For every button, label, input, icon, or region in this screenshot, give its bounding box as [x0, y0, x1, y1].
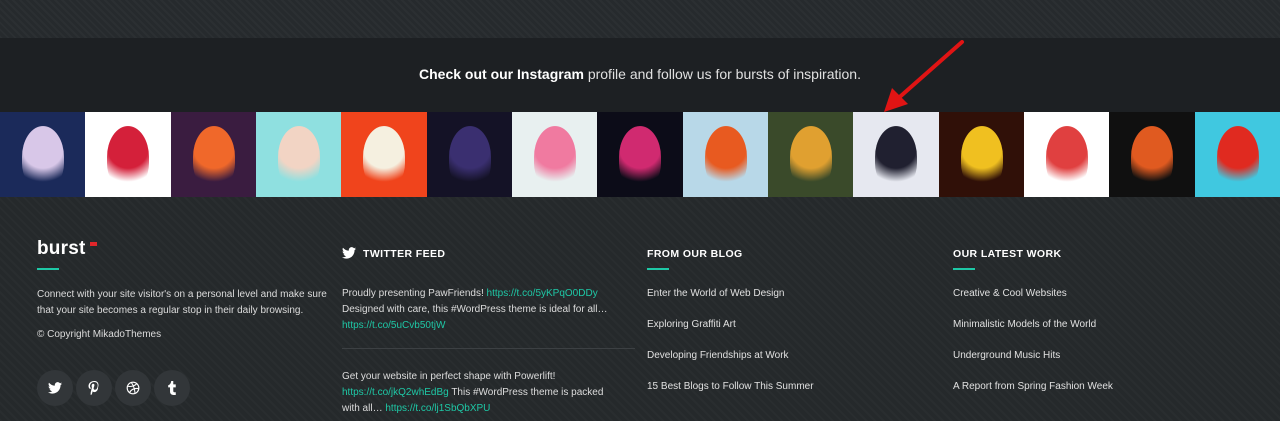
accent-line-blog [647, 268, 669, 270]
instagram-callout-bold: Check out our Instagram [419, 66, 584, 82]
photo-subject [1045, 126, 1088, 188]
blog-post-link[interactable]: 15 Best Blogs to Follow This Summer [647, 381, 814, 392]
photo-subject [875, 126, 918, 188]
twitter-icon [48, 382, 62, 394]
work-item-link[interactable]: Underground Music Hits [953, 350, 1060, 361]
instagram-photo-man-colorful-lights[interactable] [938, 112, 1024, 197]
instagram-photo-sunset-sea[interactable] [170, 112, 256, 197]
logo-mark [90, 242, 97, 246]
instagram-photo-woman-posing-white[interactable] [853, 112, 939, 197]
photo-subject [1131, 126, 1174, 188]
dribbble-social-button[interactable] [115, 370, 151, 406]
footer-logo[interactable]: burst [37, 238, 86, 260]
instagram-photo-woman-pink-hair[interactable] [511, 112, 598, 197]
blog-heading: FROM OUR BLOG [647, 248, 743, 260]
tweet-item: Get your website in perfect shape with P… [342, 369, 614, 417]
photo-subject [107, 126, 150, 188]
photo-subject [619, 126, 662, 188]
blog-post-link[interactable]: Developing Friendships at Work [647, 350, 789, 361]
copyright-text: © Copyright MikadoThemes [37, 329, 162, 340]
about-text: Connect with your site visitor's on a pe… [37, 289, 327, 316]
blog-post-link[interactable]: Exploring Graffiti Art [647, 319, 736, 330]
instagram-photo-woman-red-cap[interactable] [1023, 112, 1110, 197]
top-pattern-strip [0, 0, 1280, 38]
pinterest-icon [88, 381, 99, 395]
latest-work-heading: OUR LATEST WORK [953, 248, 1062, 260]
tumblr-icon [168, 381, 176, 395]
work-item-link[interactable]: A Report from Spring Fashion Week [953, 381, 1113, 392]
instagram-photo-face-paint-closeup[interactable] [767, 112, 854, 197]
instagram-photo-woman-blue-hair[interactable] [0, 112, 86, 197]
photo-subject [192, 126, 235, 188]
instagram-photo-orange-powder-burst[interactable] [1109, 112, 1195, 197]
instagram-gallery [0, 112, 1280, 197]
instagram-callout: Check out our Instagram profile and foll… [0, 66, 1280, 82]
twitter-heading-icon [342, 247, 356, 259]
twitter-feed-heading: TWITTER FEED [363, 248, 446, 260]
accent-line-about [37, 268, 59, 270]
tumblr-social-button[interactable] [154, 370, 190, 406]
instagram-photo-woman-camera[interactable] [255, 112, 342, 197]
photo-subject [533, 126, 576, 188]
tweet-link[interactable]: https://t.co/5uCvb50tjW [342, 320, 445, 331]
tweet-item: Proudly presenting PawFriends! https://t… [342, 286, 614, 334]
photo-subject [448, 126, 491, 188]
photo-subject [789, 126, 832, 188]
instagram-photo-woman-red-beanie[interactable] [85, 112, 171, 197]
photo-subject [960, 126, 1003, 188]
accent-line-work [953, 268, 975, 270]
instagram-photo-woman-dark-paint[interactable] [426, 112, 512, 197]
tweet-divider [342, 348, 635, 349]
instagram-photo-woman-white-hat[interactable] [1194, 112, 1280, 197]
tweet-text: Get your website in perfect shape with P… [342, 371, 556, 382]
dribbble-icon [126, 381, 140, 395]
instagram-photo-sneakers-orange[interactable] [341, 112, 427, 197]
photo-subject [363, 126, 406, 188]
tweet-link[interactable]: https://t.co/jkQ2whEdBg [342, 387, 449, 398]
instagram-photo-woman-orange-vest[interactable] [682, 112, 768, 197]
tweet-link[interactable]: https://t.co/5yKPqO0DDy [487, 288, 598, 299]
photo-subject [277, 126, 320, 188]
photo-subject [1216, 126, 1259, 188]
twitter-social-button[interactable] [37, 370, 73, 406]
pinterest-social-button[interactable] [76, 370, 112, 406]
tweet-link[interactable]: https://t.co/lj1SbQbXPU [385, 403, 490, 414]
annotation-arrow-icon [884, 40, 964, 112]
work-item-link[interactable]: Minimalistic Models of the World [953, 319, 1096, 330]
photo-subject [704, 126, 747, 188]
tweet-text: Designed with care, this #WordPress them… [342, 304, 608, 315]
tweet-text: Proudly presenting PawFriends! [342, 288, 487, 299]
work-item-link[interactable]: Creative & Cool Websites [953, 288, 1067, 299]
photo-subject [22, 126, 64, 188]
instagram-callout-rest: profile and follow us for bursts of insp… [583, 66, 861, 82]
instagram-photo-color-powder-burst[interactable] [597, 112, 683, 197]
blog-post-link[interactable]: Enter the World of Web Design [647, 288, 784, 299]
